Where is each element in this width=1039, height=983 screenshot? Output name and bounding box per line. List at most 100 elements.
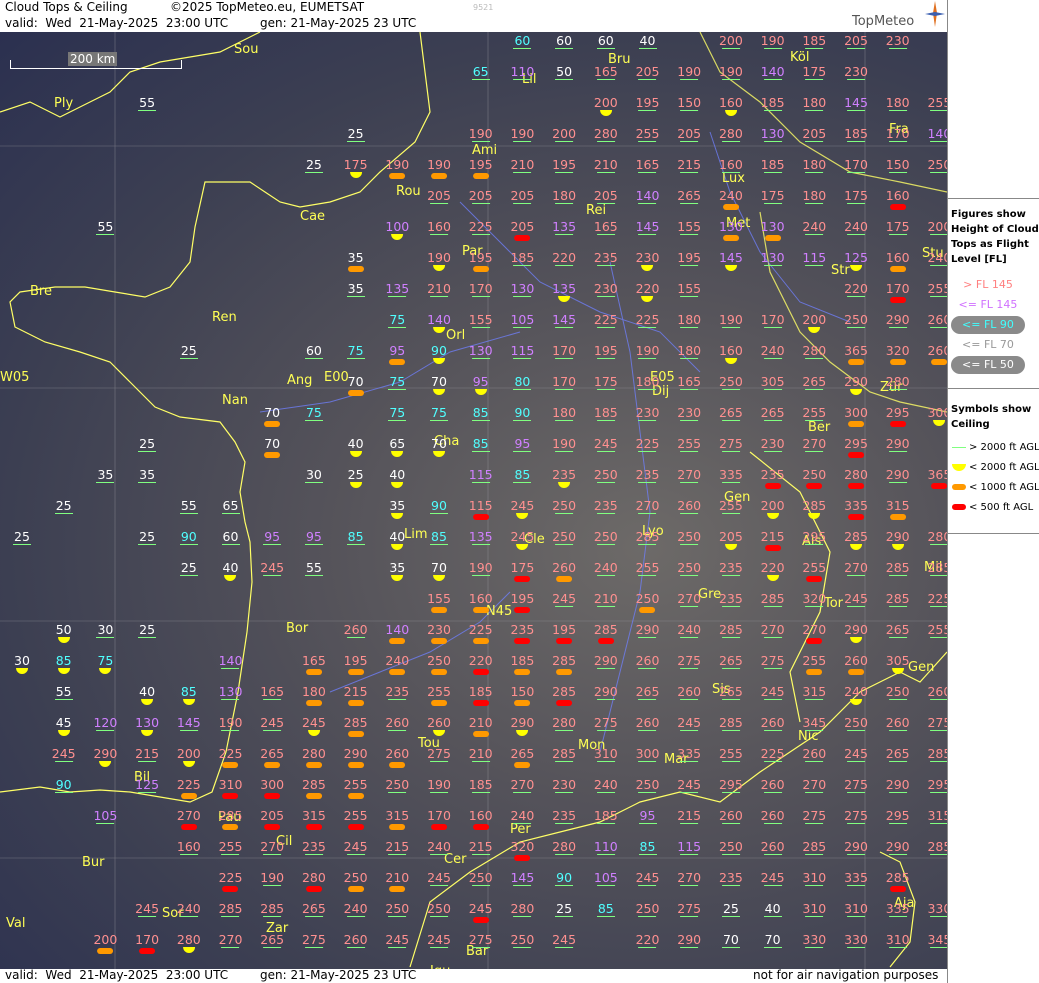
cloud-top-value: 300	[635, 746, 660, 762]
ceiling-symbol	[264, 452, 281, 458]
cloud-top-value: 300	[260, 778, 284, 799]
ceiling-symbol	[514, 235, 531, 241]
ceiling-symbol	[638, 792, 657, 793]
ceiling-symbol	[638, 823, 657, 824]
ceiling-symbol	[514, 638, 531, 644]
ceiling-symbol	[888, 110, 907, 111]
ceiling-symbol	[763, 420, 782, 421]
cloud-top-value: 185	[593, 405, 618, 421]
ceiling-symbol	[763, 916, 782, 917]
legend-symbols-title: Symbols show Ceiling	[951, 404, 1032, 430]
ceiling-symbol	[429, 885, 448, 886]
cloud-top-value: 205	[510, 220, 534, 241]
cloud-top-value: 280	[552, 715, 577, 731]
ceiling-symbol	[849, 265, 862, 271]
ceiling-symbol	[556, 576, 573, 582]
cloud-top-value: 55	[96, 219, 115, 235]
ceiling-symbol	[555, 885, 574, 886]
ceiling-symbol	[513, 358, 532, 359]
cloud-top-value: 250	[385, 901, 410, 917]
cloud-top-value: 95	[304, 529, 323, 545]
ceiling-symbol	[263, 916, 282, 917]
ceiling-symbol	[264, 824, 281, 830]
cloud-top-value: 190	[468, 560, 493, 576]
cloud-top-value: 175	[885, 219, 910, 235]
ceiling-symbol	[846, 761, 865, 762]
ceiling-symbol	[304, 947, 323, 948]
cloud-top-value: 205	[844, 33, 868, 49]
ceiling-symbol	[222, 793, 239, 799]
ceiling-symbol	[763, 699, 782, 700]
cloud-top-value: 50	[56, 623, 72, 643]
cloud-top-value: 60	[513, 33, 532, 49]
cloud-top-value: 185	[510, 250, 535, 266]
ceiling-symbol	[179, 358, 198, 359]
cloud-top-value: 85	[638, 839, 657, 855]
ceiling-symbol	[930, 730, 947, 731]
cloud-top-value: 165	[677, 374, 702, 390]
cloud-top-value: 245	[552, 932, 577, 948]
cloud-top-value: 170	[468, 281, 493, 297]
cloud-top-value: 305	[886, 654, 910, 674]
ceiling-symbol	[680, 761, 699, 762]
ceiling-symbol	[930, 947, 947, 948]
cloud-top-value: 270	[802, 777, 827, 793]
cloud-top-value: 245	[260, 715, 285, 731]
ceiling-symbol	[182, 699, 195, 705]
ceiling-symbol	[97, 948, 114, 954]
cloud-top-value: 25	[138, 436, 157, 452]
cloud-top-value: 140	[760, 64, 785, 80]
cloud-top-value: 270	[760, 622, 785, 638]
ceiling-symbol	[805, 947, 824, 948]
cloud-top-value: 260	[343, 622, 368, 638]
cloud-top-value: 75	[430, 405, 448, 421]
cloud-top-value: 245	[760, 684, 785, 700]
ceiling-symbol	[513, 916, 532, 917]
ceiling-symbol	[930, 823, 947, 824]
ceiling-symbol	[389, 638, 406, 644]
cloud-top-value: 270	[177, 809, 201, 830]
cloud-top-value: 155	[677, 219, 702, 235]
ceiling-symbol	[763, 637, 782, 638]
legend-symbol-1: < 2000 ft AGL	[952, 462, 1039, 473]
ceiling-symbol	[764, 235, 781, 241]
satellite-map[interactable]: 200 km Sou Ply Lil Bru Köl Ami Fra Rou Cae Lux Rei…	[0, 32, 947, 969]
ceiling-symbol	[346, 544, 365, 545]
cloud-top-value: 250	[593, 529, 618, 545]
cloud-top-value: 190	[427, 251, 451, 271]
cloud-top-value: 250	[468, 870, 493, 886]
cloud-top-value: 25	[304, 157, 323, 173]
ceiling-symbol	[596, 761, 615, 762]
ceiling-symbol	[680, 544, 699, 545]
cloud-top-value: 285	[302, 778, 326, 799]
ceiling-symbol	[304, 172, 323, 173]
cloud-top-value: 235	[761, 468, 785, 489]
ceiling-symbol	[596, 482, 615, 483]
cloud-top-value: 240	[510, 808, 535, 824]
ceiling-symbol	[680, 141, 699, 142]
ceiling-symbol	[847, 452, 864, 458]
ceiling-symbol	[388, 792, 407, 793]
cloud-top-value: 25	[346, 126, 365, 142]
ceiling-symbol	[555, 234, 574, 235]
ceiling-symbol	[680, 699, 699, 700]
cloud-top-value: 170	[427, 809, 451, 830]
city-label: Bur	[82, 855, 105, 870]
cloud-top-value: 270	[260, 839, 285, 855]
cloud-top-value: 205	[427, 188, 451, 204]
ceiling-symbol	[888, 451, 907, 452]
cloud-top-value: 125	[844, 251, 868, 271]
cloud-top-value: 265	[718, 653, 743, 669]
ceiling-symbol	[471, 854, 490, 855]
ceiling-symbol	[179, 916, 198, 917]
cloud-top-value: 250	[593, 467, 618, 483]
ceiling-symbol	[766, 513, 779, 519]
ceiling-symbol	[513, 327, 532, 328]
ceiling-symbol	[556, 669, 573, 675]
ceiling-symbol	[805, 420, 824, 421]
ceiling-symbol	[638, 110, 657, 111]
cloud-top-value: 75	[304, 405, 323, 421]
ceiling-symbol	[514, 762, 531, 768]
ceiling-symbol	[806, 483, 823, 489]
city-label: Ami	[472, 143, 498, 158]
